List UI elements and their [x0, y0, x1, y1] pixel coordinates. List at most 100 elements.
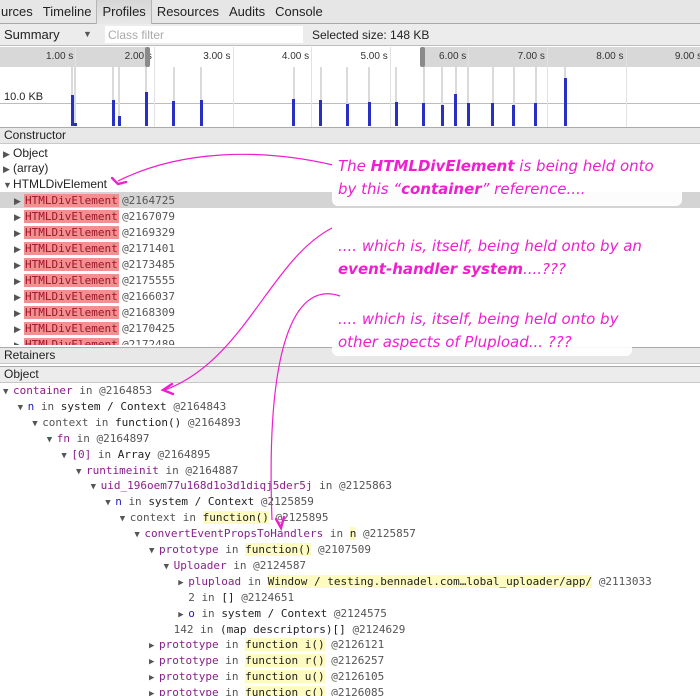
retainer-row[interactable]: ▼ uid_196oem77u168d1o3d1diqj5der5j in @21… [0, 478, 700, 494]
retainer-row[interactable]: ▼ container in @2164853 [0, 383, 700, 399]
retainer-context: function c() [245, 686, 325, 696]
expand-triangle-icon[interactable]: ▶ [3, 161, 13, 177]
allocation-bar [144, 91, 148, 126]
tab-sources[interactable]: urces [0, 0, 38, 24]
tab-profiles[interactable]: Profiles [96, 0, 152, 24]
retainer-object-id: @2125895 [275, 511, 329, 525]
timeline-gridline [311, 47, 313, 127]
collapse-triangle-icon[interactable]: ▼ [61, 448, 71, 464]
retainer-row[interactable]: ▼ [0] in Array @2164895 [0, 447, 700, 463]
retainer-object-id: @2126257 [331, 654, 385, 668]
retainer-in: in [97, 447, 112, 461]
retainer-row[interactable]: ▶ prototype in function c() @2126085 [0, 685, 700, 696]
retainer-object-id: @2164843 [173, 399, 227, 413]
expand-triangle-icon[interactable]: ▶ [178, 575, 188, 591]
expand-triangle-icon[interactable]: ▶ [178, 607, 188, 623]
allocation-bar [563, 77, 567, 126]
allocation-bar-background [74, 67, 77, 126]
instance-name: HTMLDivElement [24, 226, 119, 239]
retainer-in: in [329, 527, 344, 541]
retainer-property: n [115, 495, 122, 509]
collapse-triangle-icon[interactable]: ▼ [76, 464, 86, 480]
class-filter-input[interactable] [105, 26, 303, 43]
expand-triangle-icon[interactable]: ▶ [14, 289, 24, 305]
expand-triangle-icon[interactable]: ▶ [14, 305, 24, 321]
annotation-3: .... which is, itself, being held onto b… [338, 310, 619, 351]
expand-triangle-icon[interactable]: ▶ [149, 670, 159, 686]
retainer-in: in [76, 431, 90, 445]
timeline-range-handle[interactable] [144, 47, 150, 67]
collapse-triangle-icon[interactable]: ▼ [134, 527, 144, 543]
collapse-triangle-icon[interactable]: ▼ [18, 400, 28, 416]
allocation-bar [319, 99, 323, 126]
retainer-row[interactable]: ▶ plupload in Window / testing.bennadel.c… [0, 574, 700, 590]
collapse-triangle-icon[interactable]: ▼ [91, 479, 101, 495]
retainer-row[interactable]: ▼ n in system / Context @2164843 [0, 399, 700, 415]
retainer-object-id: @2113033 [598, 574, 652, 588]
retainer-row[interactable]: ▶ prototype in function i() @2126121 [0, 637, 700, 653]
retainer-context: function() [202, 511, 269, 525]
expand-triangle-icon[interactable]: ▶ [149, 654, 159, 670]
retainer-row[interactable]: ▼ fn in @2164897 [0, 431, 700, 447]
timeline-range-handle[interactable] [420, 47, 426, 67]
retainer-property: n [27, 399, 35, 413]
expand-triangle-icon[interactable]: ▶ [14, 241, 24, 257]
allocation-bar [394, 102, 398, 126]
retainer-in: in [233, 558, 247, 572]
retainer-object-id: @2124651 [241, 590, 295, 604]
collapse-triangle-icon[interactable]: ▼ [32, 416, 42, 432]
collapse-triangle-icon[interactable]: ▼ [3, 384, 13, 400]
constructor-instance-row[interactable]: ▶ HTMLDivElement @2167079 [0, 208, 700, 224]
retainer-row[interactable]: ▶ prototype in function u() @2126105 [0, 669, 700, 685]
timeline-gridline [546, 47, 548, 127]
collapse-triangle-icon[interactable]: ▼ [120, 511, 130, 527]
retainer-row[interactable]: ▶ prototype in function r() @2126257 [0, 653, 700, 669]
retainer-object-id: @2126085 [331, 686, 385, 696]
retainer-row[interactable]: ▼ runtimeinit in @2164887 [0, 463, 700, 479]
retainer-row[interactable]: ▼ context in function() @2164893 [0, 415, 700, 431]
retainer-row[interactable]: ▼ convertEventPropsToHandlers in n @21258… [0, 526, 700, 542]
collapse-triangle-icon[interactable]: ▼ [3, 177, 13, 193]
retainer-object-id: @2164893 [187, 415, 241, 429]
retainer-row[interactable]: ▼ n in system / Context @2125859 [0, 494, 700, 510]
retainer-property: container [13, 384, 73, 397]
instance-id: @2171401 [122, 242, 176, 255]
expand-triangle-icon[interactable]: ▶ [149, 686, 159, 696]
tab-timeline[interactable]: Timeline [38, 0, 97, 24]
retainer-row[interactable]: ▼ Uploader in @2124587 [0, 558, 700, 574]
retainer-row[interactable]: ▼ context in function() @2125895 [0, 510, 700, 526]
retainers-object-column-header[interactable]: Object [0, 366, 700, 383]
expand-triangle-icon[interactable]: ▶ [14, 337, 24, 345]
allocation-timeline[interactable]: 1.00 s 2.00 s 3.00 s 4.00 s 5.00 s 6.00 s 7.00… [0, 47, 700, 127]
retainer-object-id: @2164853 [99, 384, 153, 397]
constructor-instance-row[interactable]: ▶ HTMLDivElement @2166037 [0, 288, 700, 304]
instance-id: @2169329 [122, 226, 176, 239]
retainer-object-id: @2125857 [362, 527, 416, 541]
expand-triangle-icon[interactable]: ▶ [14, 209, 24, 225]
retainer-row[interactable]: ▶ o in system / Context @2124575 [0, 606, 700, 622]
expand-triangle-icon[interactable]: ▶ [14, 225, 24, 241]
collapse-triangle-icon[interactable]: ▼ [47, 432, 57, 448]
expand-triangle-icon[interactable]: ▶ [14, 321, 24, 337]
retainer-context: system / Context [60, 399, 167, 413]
collapse-triangle-icon[interactable]: ▼ [105, 495, 115, 511]
tab-audits[interactable]: Audits [224, 0, 270, 24]
expand-triangle-icon[interactable]: ▶ [14, 273, 24, 289]
retainer-object-id: @2164895 [157, 447, 211, 461]
retainer-row[interactable]: ▼ prototype in function() @2107509 [0, 542, 700, 558]
collapse-triangle-icon[interactable]: ▼ [149, 543, 159, 559]
retainer-row[interactable]: 2 in [] @2124651 [0, 590, 700, 606]
tab-console[interactable]: Console [270, 0, 328, 24]
retainer-row[interactable]: 142 in (map descriptors)[] @2124629 [0, 622, 700, 638]
constructor-header[interactable]: Constructor [0, 127, 700, 144]
expand-triangle-icon[interactable]: ▶ [14, 257, 24, 273]
collapse-triangle-icon[interactable]: ▼ [164, 559, 174, 575]
view-select[interactable]: Summary [4, 27, 60, 42]
chevron-down-icon[interactable]: ▼ [83, 29, 92, 39]
expand-triangle-icon[interactable]: ▶ [14, 193, 24, 209]
expand-triangle-icon[interactable]: ▶ [149, 638, 159, 654]
allocation-bar [70, 94, 74, 126]
tab-resources[interactable]: Resources [152, 0, 224, 24]
retainer-in: in [225, 638, 239, 652]
retainer-object-id: @2124587 [253, 558, 307, 572]
